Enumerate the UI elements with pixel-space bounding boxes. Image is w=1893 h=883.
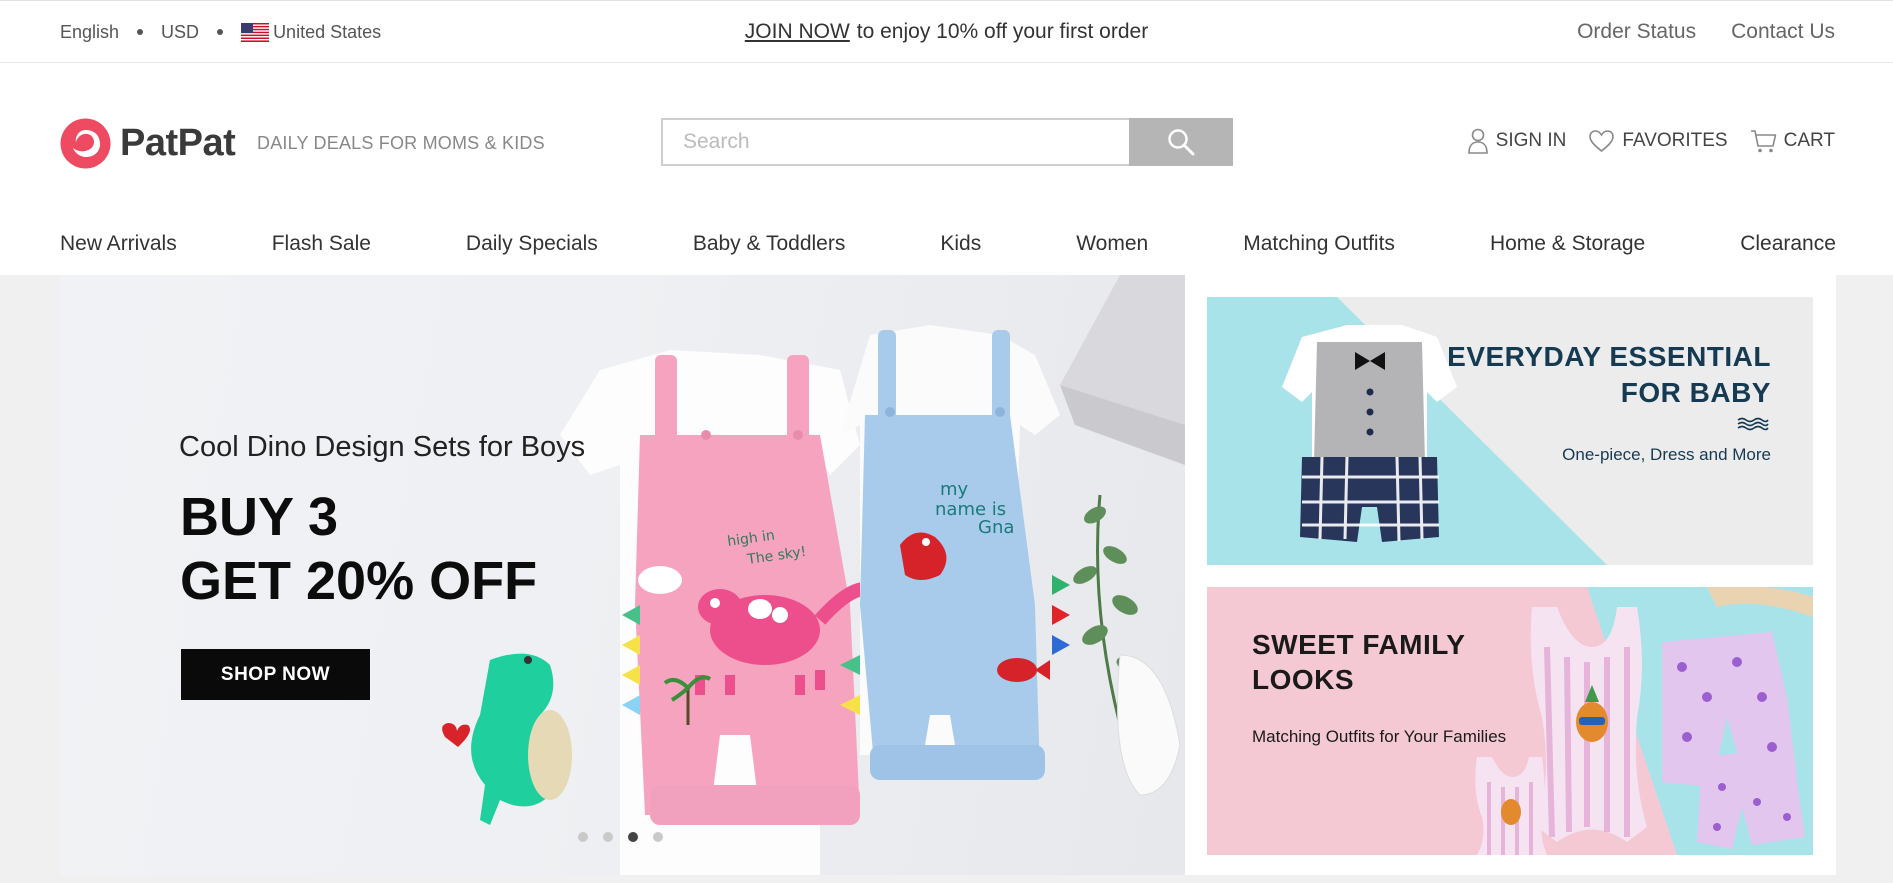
side-promos: EVERYDAY ESSENTIAL FOR BABY One-piece, D… [1185, 275, 1836, 875]
nav-item-home-storage[interactable]: Home & Storage [1490, 232, 1645, 256]
heart-icon [1589, 130, 1615, 153]
search-button[interactable] [1129, 118, 1233, 166]
promo-card-1-title-line-2: FOR BABY [1620, 377, 1771, 408]
separator-dot [217, 29, 224, 35]
header-actions: SIGN IN FAVORITES CART [1467, 128, 1835, 154]
nav-item-flash-sale[interactable]: Flash Sale [272, 232, 371, 256]
order-status-link[interactable]: Order Status [1577, 20, 1696, 44]
blue-shirt-text-3: Gna [978, 517, 1014, 538]
promo-card-2-title-line-2: LOOKS [1252, 664, 1355, 695]
wave-icon [1737, 417, 1769, 431]
contact-us-link[interactable]: Contact Us [1731, 20, 1835, 44]
promo-card-2-title: SWEET FAMILY LOOKS [1252, 627, 1465, 697]
carousel-dot-active[interactable] [628, 832, 638, 842]
promo-card-sweet-family-looks[interactable]: SWEET FAMILY LOOKS Matching Outfits for … [1207, 587, 1813, 855]
promo-card-1-title: EVERYDAY ESSENTIAL FOR BABY [1447, 339, 1771, 411]
locale-selector: English USD United States [60, 1, 381, 63]
hero-subtitle: Cool Dino Design Sets for Boys [179, 431, 586, 463]
language-selector[interactable]: English [60, 22, 119, 43]
logo-text: PatPat [120, 122, 236, 164]
promo-text: to enjoy 10% off your first order [856, 20, 1149, 43]
carousel-dot[interactable] [603, 832, 613, 842]
nav-item-women[interactable]: Women [1076, 232, 1148, 256]
promo-card-2-title-line-1: SWEET FAMILY [1252, 629, 1466, 660]
join-now-link[interactable]: JOIN NOW [745, 20, 850, 44]
nav-item-kids[interactable]: Kids [940, 232, 981, 256]
patpat-logo-icon [60, 118, 111, 169]
logo[interactable]: PatPat [60, 118, 236, 169]
tagline: DAILY DEALS FOR MOMS & KIDS [257, 133, 545, 153]
hero-headline: BUY 3 GET 20% OFF [180, 485, 537, 613]
hero-carousel[interactable]: high in The sky! my name is Gna Cool Din… [60, 275, 1185, 875]
top-bar: English USD United States JOIN NOW to en… [0, 0, 1893, 63]
favorites-label: FAVORITES [1622, 130, 1728, 151]
search-icon [1168, 129, 1195, 156]
currency-selector[interactable]: USD [161, 22, 199, 43]
promo-card-1-subtitle: One-piece, Dress and More [1562, 445, 1771, 464]
us-flag-icon [241, 22, 270, 42]
site-header: PatPat DAILY DEALS FOR MOMS & KIDS SIGN … [0, 63, 1893, 213]
shop-now-button[interactable]: SHOP NOW [181, 649, 370, 700]
nav-item-new-arrivals[interactable]: New Arrivals [60, 232, 177, 256]
promo-card-1-image [1207, 297, 1607, 565]
nav-item-matching-outfits[interactable]: Matching Outfits [1243, 232, 1395, 256]
blue-shirt-text-1: my [940, 479, 969, 500]
main-nav: New Arrivals Flash Sale Daily Specials B… [60, 213, 1836, 275]
promo-card-1-title-line-1: EVERYDAY ESSENTIAL [1447, 341, 1771, 372]
banner-area: high in The sky! my name is Gna Cool Din… [0, 275, 1893, 883]
hero-headline-line-2: GET 20% OFF [180, 551, 538, 611]
search-input[interactable] [661, 118, 1129, 166]
nav-item-clearance[interactable]: Clearance [1740, 232, 1836, 256]
nav-item-baby-toddlers[interactable]: Baby & Toddlers [693, 232, 846, 256]
hero-headline-line-1: BUY 3 [180, 487, 339, 547]
carousel-dot[interactable] [653, 832, 663, 842]
favorites-button[interactable]: FAVORITES [1588, 129, 1728, 153]
nav-item-daily-specials[interactable]: Daily Specials [466, 232, 598, 256]
cart-icon [1750, 130, 1776, 153]
search-bar [661, 118, 1233, 166]
promo-card-2-subtitle: Matching Outfits for Your Families [1252, 727, 1507, 746]
carousel-dot[interactable] [578, 832, 588, 842]
carousel-dots [578, 832, 663, 842]
sign-in-label: SIGN IN [1495, 130, 1567, 151]
separator-dot [137, 29, 144, 35]
sign-in-button[interactable]: SIGN IN [1467, 128, 1567, 154]
country-selector[interactable]: United States [273, 22, 381, 43]
cart-label: CART [1783, 130, 1835, 151]
top-links: Order Status Contact Us [1577, 1, 1835, 63]
promo-card-everyday-essential[interactable]: EVERYDAY ESSENTIAL FOR BABY One-piece, D… [1207, 297, 1813, 565]
user-icon [1467, 128, 1488, 154]
cart-button[interactable]: CART [1750, 128, 1835, 154]
